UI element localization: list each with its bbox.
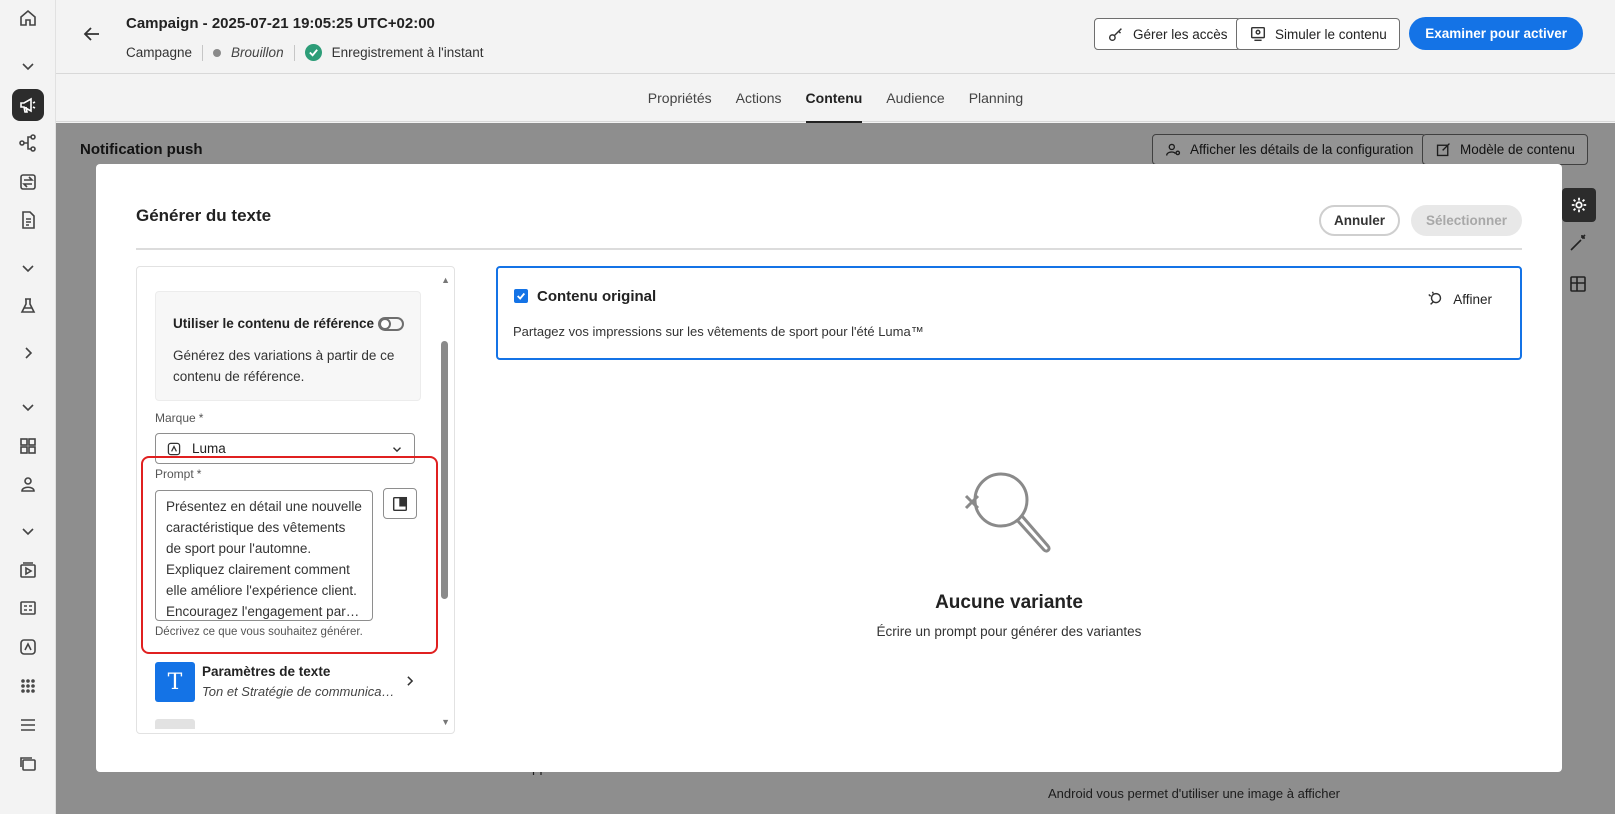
chevron-down-icon[interactable] xyxy=(12,391,44,423)
left-rail xyxy=(0,0,56,814)
status-badge: Brouillon xyxy=(231,45,284,60)
prompt-textarea[interactable]: Présentez en détail une nouvelle caracté… xyxy=(155,490,373,621)
tab-audience[interactable]: Audience xyxy=(886,74,944,122)
prompt-library-icon xyxy=(392,496,408,511)
campaign-meta: Campagne Brouillon Enregistrement à l'in… xyxy=(126,44,483,61)
scroll-up-icon[interactable]: ▲ xyxy=(441,275,450,285)
empty-state-subtitle: Écrire un prompt pour générer des varian… xyxy=(876,624,1142,639)
scroll-thumb[interactable] xyxy=(441,341,448,599)
list-icon[interactable] xyxy=(12,709,44,741)
tab-planning[interactable]: Planning xyxy=(969,74,1024,122)
next-item-peek xyxy=(155,719,195,729)
no-results-search-icon xyxy=(954,468,1064,571)
journeys-icon[interactable] xyxy=(12,127,44,159)
dashboard-icon[interactable] xyxy=(12,430,44,462)
prompt-help-text: Décrivez ce que vous souhaitez générer. xyxy=(155,626,363,638)
magic-wand-icon[interactable] xyxy=(1568,233,1590,255)
brand-select[interactable]: Luma xyxy=(155,433,415,464)
original-content-title: Contenu original xyxy=(537,288,657,305)
audience-icon[interactable] xyxy=(12,468,44,500)
divider xyxy=(202,44,204,61)
tab-content[interactable]: Contenu xyxy=(805,74,862,123)
dialog-title: Générer du texte xyxy=(136,206,272,225)
select-button[interactable]: Sélectionner xyxy=(1410,205,1522,236)
brand-label: Marque * xyxy=(155,411,204,425)
reference-content-toggle[interactable] xyxy=(378,317,404,331)
tab-properties[interactable]: Propriétés xyxy=(648,74,712,122)
chevron-down-icon[interactable] xyxy=(12,50,44,82)
refine-icon xyxy=(1428,291,1442,305)
campaign-type: Campagne xyxy=(126,45,193,60)
back-arrow-icon[interactable] xyxy=(78,20,106,48)
templates-icon[interactable] xyxy=(12,592,44,624)
simulate-icon xyxy=(1250,26,1266,42)
document-icon[interactable] xyxy=(12,204,44,236)
reference-content-box: Utiliser le contenu de référence Générez… xyxy=(155,291,421,401)
campaign-title: Campaign - 2025-07-21 19:05:25 UTC+02:00 xyxy=(126,15,435,32)
dialog-divider xyxy=(136,248,1522,250)
scroll-down-icon[interactable]: ▼ xyxy=(441,717,450,727)
media-icon[interactable] xyxy=(12,554,44,586)
original-content-text: Partagez vos impressions sur les vêtemen… xyxy=(513,324,924,339)
campaigns-megaphone-icon[interactable] xyxy=(12,89,44,121)
chevron-down-icon xyxy=(393,447,401,453)
experiment-flask-icon[interactable] xyxy=(12,290,44,322)
content-exchange-icon[interactable] xyxy=(12,166,44,198)
check-circle-icon xyxy=(304,44,322,61)
channels-icon[interactable] xyxy=(12,748,44,780)
prompt-label: Prompt * xyxy=(155,467,202,481)
chevron-right-icon[interactable] xyxy=(12,337,44,369)
home-icon[interactable] xyxy=(12,2,44,34)
original-content-checkbox[interactable] xyxy=(514,289,528,303)
text-parameters-subtitle: Ton et Stratégie de communication... xyxy=(202,684,397,699)
settings-gear-icon[interactable] xyxy=(1562,188,1596,222)
brand-icon[interactable] xyxy=(12,631,44,663)
manage-access-button[interactable]: Gérer les accès xyxy=(1094,18,1241,50)
reference-content-description: Générez des variations à partir de ce co… xyxy=(173,348,395,384)
save-status: Enregistrement à l'instant xyxy=(331,45,484,60)
key-icon xyxy=(1108,28,1122,42)
text-t-icon: T xyxy=(155,662,195,702)
simulate-content-button[interactable]: Simuler le contenu xyxy=(1236,18,1400,50)
toggle-knob xyxy=(379,318,391,330)
campaign-header: Campaign - 2025-07-21 19:05:25 UTC+02:00… xyxy=(56,0,1615,74)
empty-state-title: Aucune variante xyxy=(935,592,1083,613)
generation-settings-panel: Utiliser le contenu de référence Générez… xyxy=(136,266,455,734)
brand-logo-icon xyxy=(167,442,181,455)
original-content-card[interactable]: Contenu original Partagez vos impression… xyxy=(496,266,1522,360)
reference-content-title: Utiliser le contenu de référence xyxy=(173,316,375,331)
chevron-down-icon[interactable] xyxy=(12,515,44,547)
text-parameters-title: Paramètres de texte xyxy=(202,664,331,679)
refine-button[interactable]: Affiner xyxy=(1427,290,1492,308)
brand-value: Luma xyxy=(192,441,226,456)
chevron-down-icon[interactable] xyxy=(12,252,44,284)
apps-grid-icon[interactable] xyxy=(12,670,44,702)
divider xyxy=(293,44,295,61)
cancel-button[interactable]: Annuler xyxy=(1318,205,1400,236)
variants-icon[interactable] xyxy=(1568,274,1590,296)
tab-actions[interactable]: Actions xyxy=(736,74,782,122)
text-parameters-item[interactable]: T Paramètres de texte Ton et Stratégie d… xyxy=(155,661,421,703)
panel-scrollbar[interactable]: ▲ ▼ xyxy=(441,275,450,727)
generate-text-dialog: Générer du texte Annuler Sélectionner Ut… xyxy=(96,164,1562,772)
prompt-library-button[interactable] xyxy=(383,488,417,519)
review-to-activate-button[interactable]: Examiner pour activer xyxy=(1409,17,1583,50)
campaign-tabs: Propriétés Actions Contenu Audience Plan… xyxy=(56,74,1615,123)
status-dot-icon xyxy=(213,48,222,57)
chevron-right-icon xyxy=(407,676,414,686)
